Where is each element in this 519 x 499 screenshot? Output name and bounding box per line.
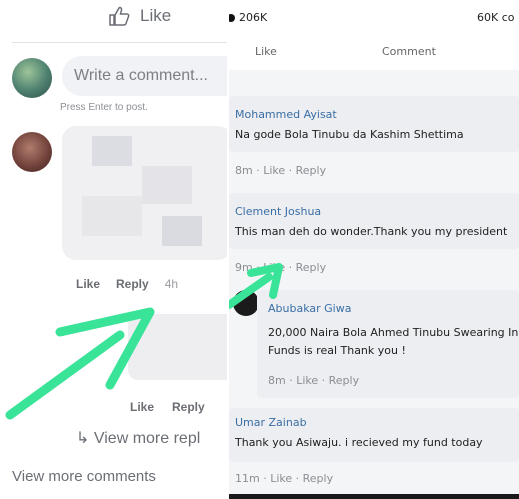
press-enter-hint: Press Enter to post. [60, 102, 148, 113]
like-button[interactable]: Like [255, 45, 277, 58]
reaction-stats: 206K 60K co [229, 0, 519, 34]
avatar[interactable] [12, 58, 52, 98]
divider [12, 42, 229, 43]
view-more-comments-link[interactable]: View more comments [12, 468, 156, 485]
reply-arrow-icon: ↳ [76, 430, 94, 447]
view-more-replies-link[interactable]: ↳ View more repl [76, 428, 200, 448]
comment-text: Na gode Bola Tinubu da Kashim Shettima [235, 128, 464, 141]
like-link[interactable]: Like [76, 277, 100, 291]
green-arrow-icon [229, 263, 283, 309]
commenter-name[interactable]: Clement Joshua [235, 205, 321, 218]
comment-actions: Like Reply 4h [76, 277, 178, 291]
commenter-name[interactable]: Mohammed Ayisat [235, 108, 337, 121]
reaction-icon [229, 13, 235, 22]
comment-card: Clement Joshua This man deh do wonder.Th… [229, 193, 519, 249]
comment-meta[interactable]: 8m · Like · Reply [235, 164, 326, 177]
likes-count: 206K [229, 11, 268, 24]
comment-text-line: Funds is real Thank you ! [268, 344, 406, 357]
blurred-comment [62, 126, 229, 260]
like-button[interactable]: Like [108, 6, 171, 26]
comment-input[interactable]: Write a comment... [62, 56, 229, 96]
post-actions: Like Comment [229, 34, 519, 70]
commenter-name[interactable]: Umar Zainab [235, 416, 307, 429]
comment-button[interactable]: Comment [382, 45, 436, 58]
comment-card: Umar Zainab Thank you Asiwaju. i recieve… [229, 408, 519, 462]
right-screenshot-panel: 206K 60K co Like Comment Mohammed Ayisat… [229, 0, 519, 499]
comment-text: Thank you Asiwaju. i recieved my fund to… [235, 436, 483, 449]
view-more-replies-label: View more repl [93, 430, 201, 447]
comment-text-line: 20,000 Naira Bola Ahmed Tinubu Swearing … [268, 326, 519, 339]
comment-meta[interactable]: 11m · Like · Reply [235, 472, 333, 485]
bottom-bar [229, 494, 519, 499]
timestamp: 4h [164, 277, 179, 291]
comments-count[interactable]: 60K co [477, 11, 515, 24]
comment-card: Mohammed Ayisat Na gode Bola Tinubu da K… [229, 96, 519, 152]
likes-value: 206K [239, 11, 268, 24]
green-arrow-icon [5, 307, 155, 420]
comment-meta[interactable]: 8m · Like · Reply [268, 374, 359, 387]
thumbs-up-icon [109, 6, 130, 26]
avatar[interactable] [12, 132, 52, 172]
reply-link[interactable]: Reply [116, 277, 149, 291]
like-label: Like [140, 6, 172, 25]
left-screenshot-panel: Like Write a comment... Press Enter to p… [0, 0, 229, 499]
comment-text: This man deh do wonder.Thank you my pres… [235, 225, 508, 238]
comment-text: 20,000 Naira Bola Ahmed Tinubu Swearing … [268, 324, 518, 360]
